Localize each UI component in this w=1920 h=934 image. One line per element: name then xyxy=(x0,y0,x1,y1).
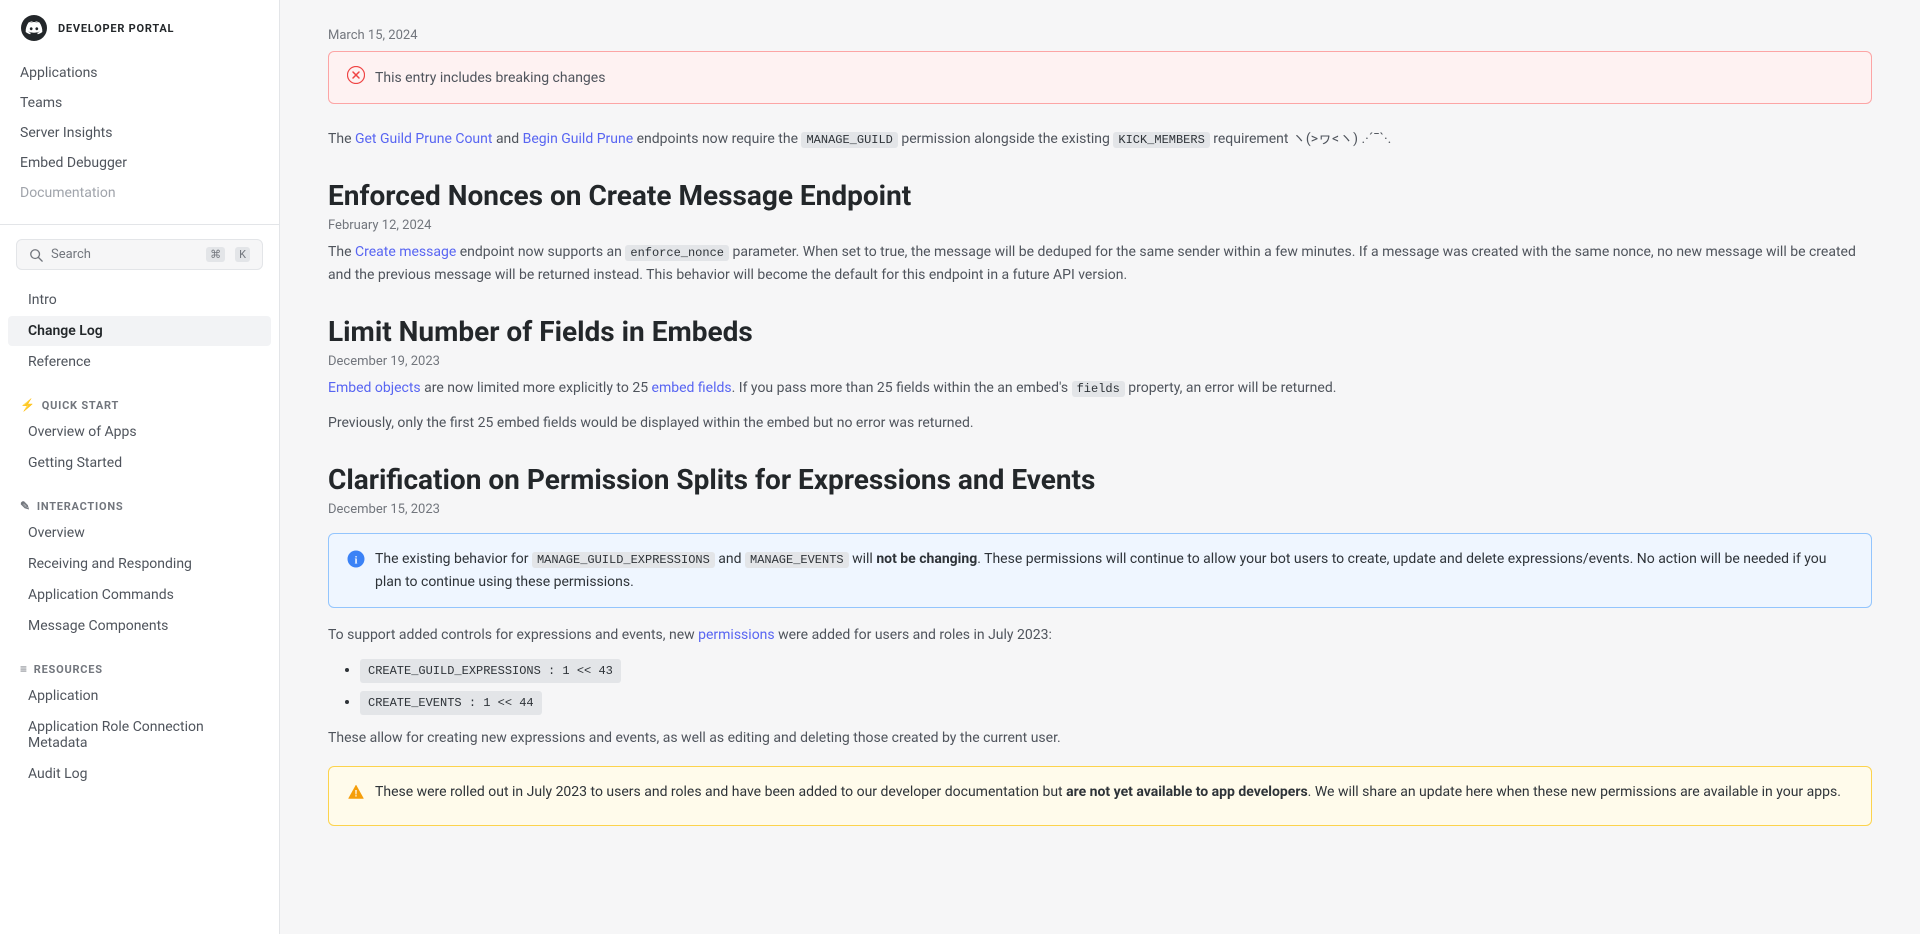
sidebar-item-receiving-responding[interactable]: Receiving and Responding xyxy=(8,549,271,579)
svg-text:!: ! xyxy=(355,789,358,799)
sidebar-item-change-log[interactable]: Change Log xyxy=(8,316,271,346)
bullet-create-events: CREATE_EVENTS : 1 << 44 xyxy=(360,691,1872,715)
section-march-2024: March 15, 2024 This entry includes break… xyxy=(328,28,1872,151)
nonces-body-text: The Create message endpoint now supports… xyxy=(328,241,1872,287)
quick-start-header: ⚡ QUICK START xyxy=(0,386,279,416)
search-icon xyxy=(29,248,43,262)
sidebar-quick-start-section: ⚡ QUICK START Overview of Apps Getting S… xyxy=(0,382,279,483)
section-permission-splits: Clarification on Permission Splits for E… xyxy=(328,463,1872,826)
link-embed-fields[interactable]: embed fields xyxy=(652,380,732,396)
date-dec-15-2023: December 15, 2023 xyxy=(328,502,1872,517)
sidebar-item-message-components[interactable]: Message Components xyxy=(8,611,271,641)
search-label: Search xyxy=(51,247,196,262)
link-create-message[interactable]: Create message xyxy=(355,244,456,260)
link-get-guild-prune-count[interactable]: Get Guild Prune Count xyxy=(355,131,493,147)
sidebar-item-reference[interactable]: Reference xyxy=(8,347,271,377)
section-title-nonces: Enforced Nonces on Create Message Endpoi… xyxy=(328,179,1872,212)
sidebar-item-audit-log[interactable]: Audit Log xyxy=(8,759,271,789)
section-limit-embed-fields: Limit Number of Fields in Embeds Decembe… xyxy=(328,315,1872,435)
warning-icon: ! xyxy=(347,782,365,811)
permissions-bullet-list: CREATE_GUILD_EXPRESSIONS : 1 << 43 CREAT… xyxy=(360,659,1872,715)
sidebar-item-application[interactable]: Application xyxy=(8,681,271,711)
date-feb-2024: February 12, 2024 xyxy=(328,218,1872,233)
sidebar-item-applications[interactable]: Applications xyxy=(0,58,279,88)
sidebar-resources-section: ≡ RESOURCES Application Application Role… xyxy=(0,646,279,794)
alert-warning-not-available: ! These were rolled out in July 2023 to … xyxy=(328,766,1872,826)
march-body-text: The Get Guild Prune Count and Begin Guil… xyxy=(328,128,1872,151)
alert-breaking-changes: This entry includes breaking changes xyxy=(328,51,1872,104)
code-manage-events: MANAGE_EVENTS xyxy=(745,552,849,568)
sidebar-item-teams[interactable]: Teams xyxy=(0,88,279,118)
code-create-guild-expressions: CREATE_GUILD_EXPRESSIONS : 1 << 43 xyxy=(360,659,621,683)
bold-not-changing: not be changing xyxy=(876,551,977,567)
info-icon: i xyxy=(347,549,365,578)
quick-start-icon: ⚡ xyxy=(20,398,36,412)
sidebar-item-server-insights[interactable]: Server Insights xyxy=(0,118,279,148)
code-manage-guild-expressions: MANAGE_GUILD_EXPRESSIONS xyxy=(532,552,715,568)
search-box[interactable]: Search ⌘ K xyxy=(16,239,263,270)
interactions-icon: ✎ xyxy=(20,499,31,513)
main-content: March 15, 2024 This entry includes break… xyxy=(280,0,1920,934)
resources-header: ≡ RESOURCES xyxy=(0,650,279,680)
info-alert-text: The existing behavior for MANAGE_GUILD_E… xyxy=(375,548,1853,593)
code-manage-guild: MANAGE_GUILD xyxy=(801,132,897,148)
resources-icon: ≡ xyxy=(20,662,28,676)
svg-text:i: i xyxy=(355,556,358,567)
permission-body-text-3: These allow for creating new expressions… xyxy=(328,727,1872,750)
embed-fields-body-text: Embed objects are now limited more expli… xyxy=(328,377,1872,400)
sidebar-item-app-commands[interactable]: Application Commands xyxy=(8,580,271,610)
sidebar-item-app-role-metadata[interactable]: Application Role Connection Metadata xyxy=(8,712,271,758)
code-fields: fields xyxy=(1072,381,1125,397)
search-shortcut-cmd: ⌘ xyxy=(206,247,225,262)
code-kick-members: KICK_MEMBERS xyxy=(1113,132,1209,148)
date-march-2024: March 15, 2024 xyxy=(328,28,1872,43)
sidebar-item-overview-apps[interactable]: Overview of Apps xyxy=(8,417,271,447)
sidebar-main-nav: Intro Change Log Reference xyxy=(0,280,279,382)
bold-not-yet-available: are not yet available to app developers xyxy=(1066,784,1308,800)
link-begin-guild-prune[interactable]: Begin Guild Prune xyxy=(523,131,634,147)
interactions-header: ✎ INTERACTIONS xyxy=(0,487,279,517)
link-permissions[interactable]: permissions xyxy=(698,627,775,643)
section-title-permissions: Clarification on Permission Splits for E… xyxy=(328,463,1872,496)
code-enforce-nonce: enforce_nonce xyxy=(625,245,729,261)
sidebar-interactions-section: ✎ INTERACTIONS Overview Receiving and Re… xyxy=(0,483,279,646)
search-shortcut-k: K xyxy=(235,247,250,262)
date-dec-19-2023: December 19, 2023 xyxy=(328,354,1872,369)
alert-info-manage-permissions: i The existing behavior for MANAGE_GUILD… xyxy=(328,533,1872,608)
section-enforced-nonces: Enforced Nonces on Create Message Endpoi… xyxy=(328,179,1872,287)
portal-title: DEVELOPER PORTAL xyxy=(58,22,174,35)
permission-body-text: To support added controls for expression… xyxy=(328,624,1872,647)
discord-logo-icon xyxy=(20,14,48,42)
bullet-create-guild-expressions: CREATE_GUILD_EXPRESSIONS : 1 << 43 xyxy=(360,659,1872,683)
sidebar-item-embed-debugger[interactable]: Embed Debugger xyxy=(0,148,279,178)
section-title-embed-fields: Limit Number of Fields in Embeds xyxy=(328,315,1872,348)
sidebar-item-documentation[interactable]: Documentation xyxy=(0,178,279,208)
error-icon xyxy=(347,66,365,89)
sidebar-top-nav: Applications Teams Server Insights Embed… xyxy=(0,54,279,225)
warning-alert-text: These were rolled out in July 2023 to us… xyxy=(375,781,1841,803)
embed-fields-body-text-2: Previously, only the first 25 embed fiel… xyxy=(328,412,1872,435)
code-create-events: CREATE_EVENTS : 1 << 44 xyxy=(360,691,542,715)
sidebar: DEVELOPER PORTAL Applications Teams Serv… xyxy=(0,0,280,934)
sidebar-item-intro[interactable]: Intro xyxy=(8,285,271,315)
sidebar-logo: DEVELOPER PORTAL xyxy=(0,0,279,54)
sidebar-item-getting-started[interactable]: Getting Started xyxy=(8,448,271,478)
sidebar-item-overview[interactable]: Overview xyxy=(8,518,271,548)
link-embed-objects[interactable]: Embed objects xyxy=(328,380,421,396)
alert-breaking-text: This entry includes breaking changes xyxy=(375,70,605,86)
